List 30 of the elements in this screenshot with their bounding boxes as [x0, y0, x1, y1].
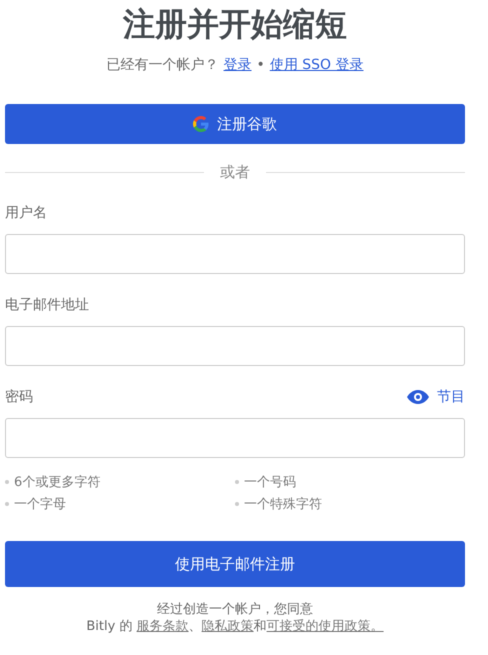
- google-g-icon: [193, 116, 209, 132]
- field-label: 用户名: [5, 204, 47, 222]
- terms-text: 经过创造一个帐户，您同意: [156, 601, 314, 618]
- sso-login-link[interactable]: 使用 SSO 登录: [270, 56, 364, 74]
- page-title: 注册并开始缩短: [122, 4, 348, 44]
- bullet-icon: [5, 480, 9, 484]
- show-password-toggle[interactable]: 节目: [407, 388, 465, 406]
- requirement-text: 6个或更多字符: [14, 474, 100, 491]
- terms-link[interactable]: 服务条款: [136, 619, 189, 634]
- bullet-icon: [235, 480, 239, 484]
- requirement-text: 一个号码: [244, 474, 296, 491]
- requirement-text: 一个特殊字符: [244, 496, 322, 513]
- email-signup-button[interactable]: 使用电子邮件注册: [5, 541, 465, 587]
- login-prompt: 已经有一个帐户？: [106, 56, 219, 74]
- input-field[interactable]: [5, 326, 465, 366]
- requirement-text: 一个字母: [14, 496, 66, 513]
- bullet-icon: [235, 502, 239, 506]
- or-divider-label: 或者: [220, 163, 250, 182]
- login-link[interactable]: 登录: [224, 56, 252, 74]
- terms-text: Bitly 的 服务条款、隐私政策和可接受的使用政策。: [85, 618, 385, 635]
- separator-dot: •: [256, 57, 265, 73]
- eye-icon: [407, 390, 429, 404]
- acceptable-use-link[interactable]: 可接受的使用政策。: [266, 619, 384, 634]
- bullet-icon: [5, 502, 9, 506]
- field-label: 电子邮件地址: [5, 296, 89, 314]
- input-field[interactable]: [5, 418, 465, 458]
- input-field[interactable]: [5, 234, 465, 274]
- field-label: 密码: [5, 388, 33, 406]
- google-signup-button[interactable]: 注册谷歌: [5, 104, 465, 144]
- privacy-link[interactable]: 隐私政策: [202, 619, 254, 634]
